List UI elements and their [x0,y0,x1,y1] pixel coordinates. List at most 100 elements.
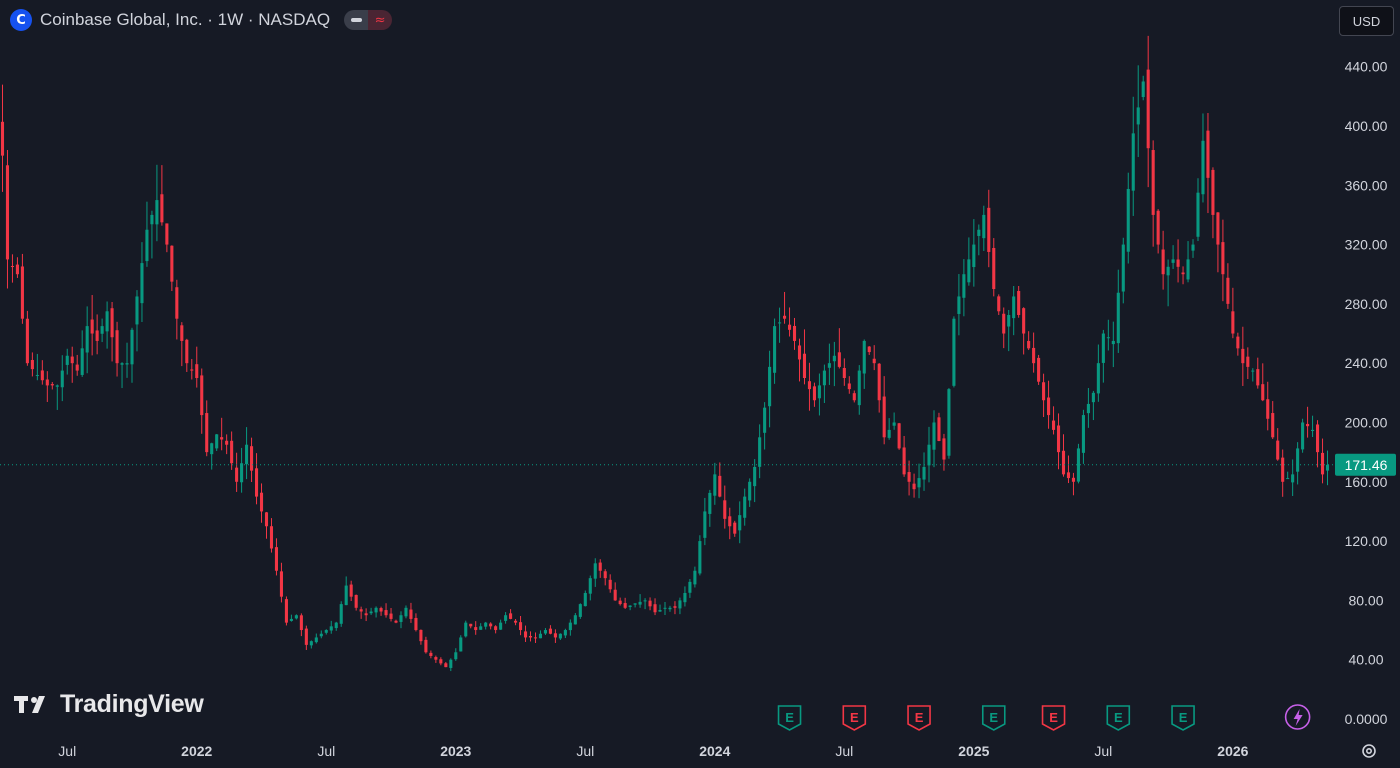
candle [374,606,378,618]
candle-body [1296,448,1300,472]
candle-body [1181,272,1185,275]
candle-body [633,603,637,605]
candle [593,558,597,587]
candle-body [822,370,826,386]
candle [240,447,244,493]
x-tick-label: Jul [317,743,335,759]
candle [812,382,816,407]
candle [658,604,662,612]
candle-body [1266,399,1270,419]
candle [1007,309,1011,352]
symbol-legend[interactable]: C Coinbase Global, Inc. · 1W · NASDAQ ≈ [10,8,393,32]
candle [1296,442,1300,485]
candle-body [972,244,976,268]
candle-body [334,622,338,629]
candle-body [897,423,901,449]
candle-body [195,364,199,378]
candle [90,295,94,356]
candle [807,362,812,411]
candle-body [40,370,44,381]
candle [1176,239,1180,283]
lightning-icon[interactable] [1284,704,1311,730]
candle [1032,332,1036,373]
candle-body [170,245,174,282]
candle-body [1051,420,1056,430]
candle-body [1017,290,1021,315]
candle-body [1007,314,1011,327]
candle-body [1131,133,1135,191]
candle [1216,212,1220,273]
candle-body [259,492,264,512]
candle-body [230,440,234,464]
candle-body [1126,188,1130,252]
candle [668,605,672,612]
earnings-marker[interactable]: E [1041,705,1066,731]
candle-body [25,318,29,364]
candle-body [763,407,767,433]
candle [753,459,757,503]
candle-body [85,326,89,353]
candle-body [514,620,518,623]
chart-settings-gear-icon[interactable] [1358,740,1380,762]
tradingview-wordmark: TradingView [60,690,204,718]
candle [264,511,269,539]
x-tick-label: 2023 [440,743,471,759]
candle [1086,388,1090,428]
candle-body [977,229,981,236]
candle-body [205,413,209,453]
candle [548,625,552,635]
candle [85,306,89,374]
candle-body [982,214,986,239]
candle-body [399,615,403,622]
candle-body [1136,107,1140,125]
candle-body [708,492,712,514]
currency-selector[interactable]: USD [1339,6,1394,36]
candle-body [523,631,528,638]
candle-body [1325,464,1330,471]
candle-body [60,370,64,388]
candle [797,338,802,382]
candle-body [1121,244,1125,292]
candle-body [1311,429,1315,431]
chart-canvas[interactable]: 0.0000 40.00 80.00 120.00 160.00 200.00 240.00… [0,0,1400,763]
wave-icon[interactable]: ≈ [368,10,393,30]
earnings-marker[interactable]: E [842,705,867,731]
earnings-marker[interactable]: E [1106,705,1131,731]
candle-body [1012,296,1016,319]
candle-body [932,422,936,450]
x-tick-label: Jul [58,743,76,759]
symbol-title: Coinbase Global, Inc. · 1W · NASDAQ [40,10,331,29]
candle-body [917,478,921,488]
candle [40,360,44,385]
candle-body [339,604,343,624]
legend-toggle-pill[interactable]: ≈ [344,10,393,30]
candle [50,382,54,390]
candle-body [887,429,891,438]
candle-body [538,633,543,639]
candle [897,422,901,450]
minus-icon[interactable] [344,10,369,30]
earnings-marker[interactable]: E [1171,705,1195,731]
candle-body [1106,337,1110,339]
earnings-marker[interactable]: E [777,705,802,731]
candle [1251,368,1255,382]
earnings-marker[interactable]: E [981,705,1006,731]
candle [364,608,368,622]
candle-body [912,483,916,490]
candle [997,294,1001,315]
candle-body [683,592,687,603]
candle [70,346,74,383]
candle-body [110,308,114,338]
candle-body [309,641,313,646]
candle-body [145,229,149,262]
candle [1126,172,1130,264]
candle [185,338,189,372]
candle [200,368,204,434]
candle-body [120,363,124,365]
candle [1116,269,1120,353]
candle [120,362,124,389]
candle-body [1091,392,1095,403]
tradingview-logo[interactable]: TradingView [14,690,204,719]
earnings-marker[interactable]: E [907,705,931,731]
price-chart[interactable]: 0.0000 40.00 80.00 120.00 160.00 200.00 240.00… [0,0,1400,763]
